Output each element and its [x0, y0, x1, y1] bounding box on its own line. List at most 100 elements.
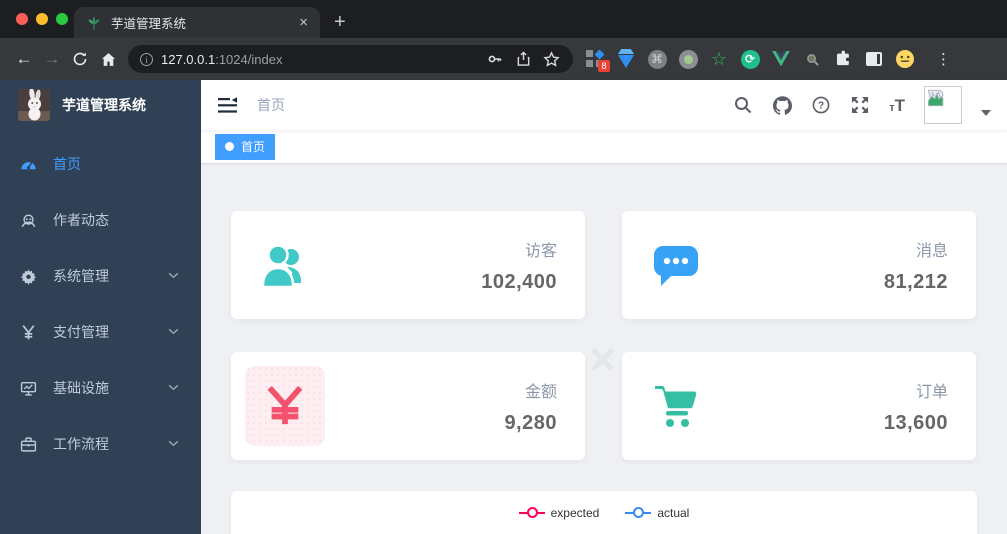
sidebar-item-label: 基础设施: [53, 380, 109, 396]
panel-amount[interactable]: 金额 9,280: [231, 352, 585, 460]
sidebar-item-infra[interactable]: 基础设施: [0, 360, 201, 416]
back-button[interactable]: ←: [10, 45, 38, 73]
tab-strip: 芋道管理系统 × +: [0, 0, 1007, 38]
home-button[interactable]: [94, 45, 122, 73]
panel-value: 81,212: [883, 270, 948, 293]
gear-icon: [20, 268, 37, 285]
chevron-down-icon: [168, 384, 179, 391]
search-icon[interactable]: [733, 95, 753, 115]
legend-item-expected[interactable]: expected: [518, 506, 599, 520]
sidebar-logo[interactable]: 芋道管理系统: [0, 80, 201, 130]
briefcase-icon: [20, 436, 37, 452]
navbar-actions: ? тT: [733, 86, 991, 124]
chrome-menu-icon[interactable]: ⋮: [936, 52, 951, 67]
tab-close-icon[interactable]: ×: [299, 15, 308, 30]
browser-window: 芋道管理系统 × + ← → i 127.0.0.1:1024/index 8 …: [0, 0, 1007, 534]
sidebar-item-system[interactable]: 系统管理: [0, 248, 201, 304]
extensions-puzzle-icon[interactable]: [833, 49, 853, 69]
extension-icons: 8 ⌘ ☆ ⟳ ⋮: [585, 49, 951, 72]
expected-marker-icon: [518, 507, 545, 518]
user-avatar[interactable]: [924, 86, 962, 124]
peoples-icon: [261, 244, 301, 288]
github-icon[interactable]: [772, 95, 792, 115]
password-key-icon[interactable]: [485, 51, 505, 67]
extension-inspector-icon[interactable]: [802, 49, 822, 69]
extension-sync-icon[interactable]: ⟳: [740, 49, 760, 69]
panel-value: 9,280: [504, 411, 557, 434]
tag-home[interactable]: 首页: [215, 133, 276, 160]
panel-group: 访客 102,400 消息 81,212 金额 9,280 订单 13,600: [231, 211, 977, 460]
url-text[interactable]: 127.0.0.1:1024/index: [161, 52, 477, 67]
share-icon[interactable]: [513, 51, 533, 67]
home-icon: [101, 52, 115, 66]
app-title: 芋道管理系统: [62, 97, 146, 113]
zoom-window-button[interactable]: [56, 13, 68, 25]
panel-label: 订单: [915, 383, 948, 401]
breadcrumb[interactable]: 首页: [257, 95, 285, 115]
monitor-icon: [20, 381, 37, 396]
chevron-down-icon: [168, 272, 179, 279]
svg-text:?: ?: [818, 100, 824, 111]
tag-active-dot: [225, 142, 234, 151]
extension-star-icon[interactable]: ☆: [709, 49, 729, 69]
help-icon[interactable]: ?: [811, 95, 831, 115]
extension-gem-icon[interactable]: [616, 49, 636, 69]
people-icon: [21, 213, 36, 227]
shopping-cart-icon: [655, 386, 697, 427]
panel-label: 访客: [524, 242, 557, 260]
message-icon: [654, 246, 698, 286]
sidebar-item-workflow[interactable]: 工作流程: [0, 416, 201, 472]
chevron-down-icon: [168, 440, 179, 447]
tags-view: 首页: [201, 130, 1007, 164]
profile-avatar-icon[interactable]: [895, 49, 915, 69]
side-panel-icon[interactable]: [864, 49, 884, 69]
bookmark-star-icon[interactable]: [541, 50, 561, 68]
sidebar-item-label: 首页: [53, 156, 81, 172]
sidebar-item-author[interactable]: 作者动态: [0, 192, 201, 248]
forward-button[interactable]: →: [38, 45, 66, 73]
chart-legend: expected actual: [231, 506, 977, 520]
panel-orders[interactable]: 订单 13,600: [622, 352, 976, 460]
money-icon: [267, 385, 303, 425]
tag-label: 首页: [241, 140, 266, 154]
extension-record-icon[interactable]: [678, 49, 698, 69]
avatar-caret-down-icon[interactable]: [981, 110, 991, 116]
legend-label: actual: [657, 506, 690, 520]
tab-favicon-plant-icon: [88, 16, 100, 30]
extension-badge: 8: [598, 60, 610, 72]
font-size-icon[interactable]: тT: [889, 97, 905, 114]
extension-grid-icon[interactable]: 8: [585, 49, 610, 72]
extension-command-icon[interactable]: ⌘: [647, 49, 667, 69]
browser-tab[interactable]: 芋道管理系统 ×: [74, 7, 320, 38]
broken-image-icon: [927, 89, 944, 107]
site-info-icon[interactable]: i: [140, 52, 153, 66]
sidebar-item-label: 支付管理: [53, 324, 109, 340]
panel-label: 金额: [524, 383, 557, 401]
admin-app: 芋道管理系统 首页 作者动态 系统管理 支付管理 基础设施 工作流程 首页 ? …: [0, 80, 1007, 534]
sidebar-toggle-button[interactable]: [217, 94, 239, 116]
sidebar-item-payment[interactable]: 支付管理: [0, 304, 201, 360]
yuan-icon: [22, 324, 35, 339]
extension-vue-icon[interactable]: [771, 49, 791, 69]
hamburger-icon: [218, 96, 237, 113]
fullscreen-icon[interactable]: [850, 95, 870, 115]
sidebar-menu: 首页 作者动态 系统管理 支付管理 基础设施 工作流程: [0, 136, 201, 472]
new-tab-button[interactable]: +: [334, 8, 346, 36]
actual-marker-icon: [625, 507, 652, 518]
line-chart-card: expected actual: [231, 491, 977, 534]
url-path: :1024/index: [215, 51, 283, 67]
close-window-button[interactable]: [16, 13, 28, 25]
address-bar[interactable]: i 127.0.0.1:1024/index: [128, 45, 573, 73]
reload-icon: [73, 52, 87, 66]
tab-title: 芋道管理系统: [111, 17, 187, 31]
reload-button[interactable]: [66, 45, 94, 73]
minimize-window-button[interactable]: [36, 13, 48, 25]
sidebar-item-home[interactable]: 首页: [0, 136, 201, 192]
panel-visitors[interactable]: 访客 102,400: [231, 211, 585, 319]
sidebar-item-label: 工作流程: [53, 436, 109, 452]
legend-item-actual[interactable]: actual: [625, 506, 689, 520]
sidebar-item-label: 系统管理: [53, 268, 109, 284]
sidebar-item-label: 作者动态: [53, 212, 109, 228]
dashboard-content: × 访客 102,400 消息 81,212 金额 9,280 订单 13,60…: [201, 164, 1007, 534]
panel-messages[interactable]: 消息 81,212: [622, 211, 976, 319]
